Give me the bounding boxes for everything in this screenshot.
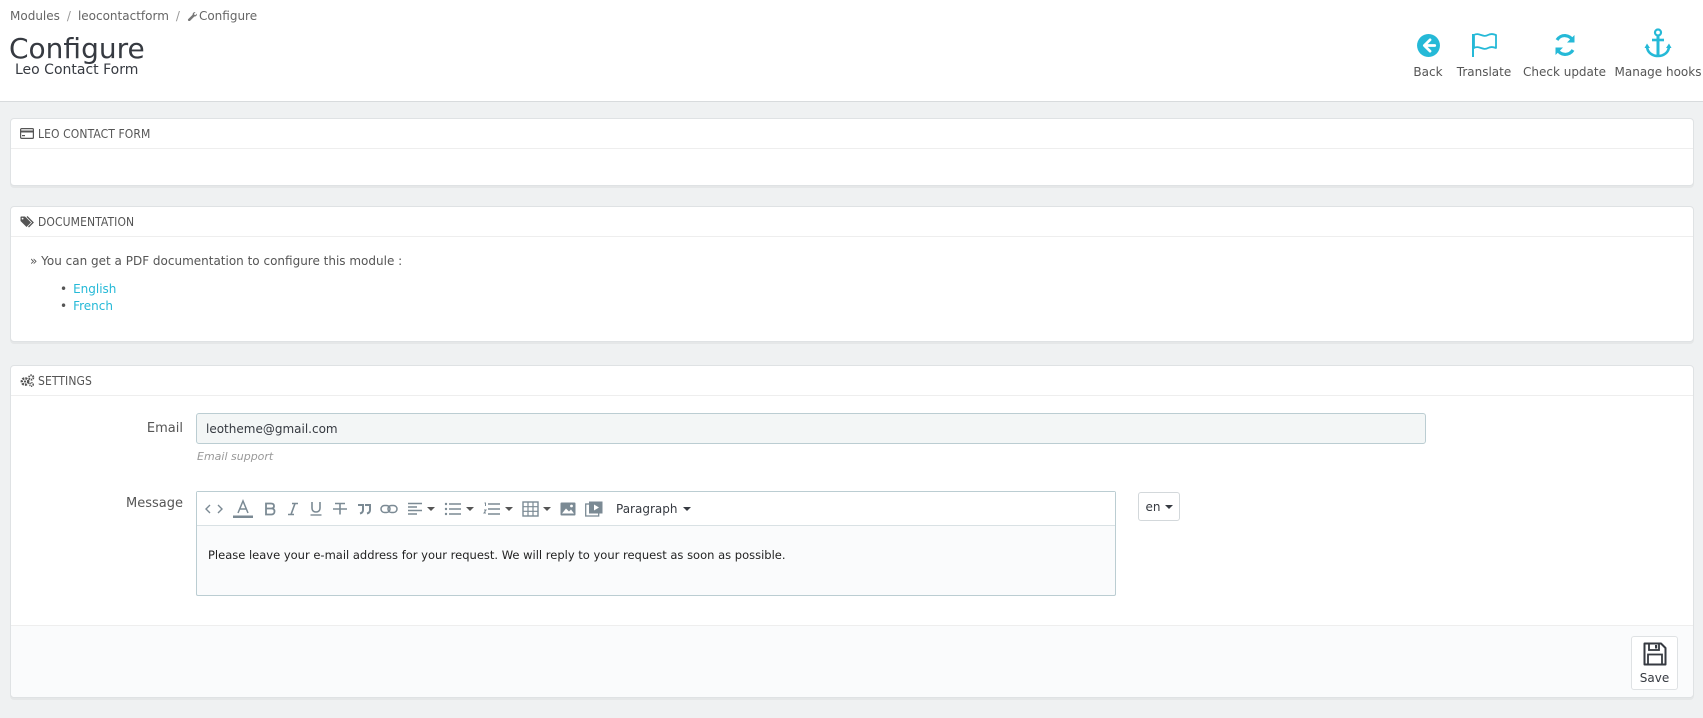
flag-icon [1470,22,1498,58]
save-icon [1643,642,1667,671]
paragraph-format-label: Paragraph [616,501,678,516]
editor-content[interactable]: Please leave your e-mail address for you… [197,526,1115,562]
documentation-text: » You can get a PDF documentation to con… [30,254,403,268]
translate-label: Translate [1456,65,1512,79]
refresh-icon [1552,22,1578,58]
paragraph-format-dropdown[interactable]: Paragraph [616,501,692,516]
language-label: en [1145,499,1161,514]
back-arrow-icon [1416,22,1441,58]
text-color-icon[interactable] [232,497,254,521]
bullet-list-icon[interactable] [444,497,474,521]
breadcrumb: Modules / leocontactform / Configure [10,9,257,23]
settings-panel: SETTINGS Email leotheme@gmail.com Email … [10,365,1694,698]
email-label: Email [146,421,183,436]
save-button[interactable]: Save [1631,636,1678,690]
anchor-icon [1644,22,1672,58]
documentation-links: English French [60,280,116,314]
panel-title: LEO CONTACT FORM [38,126,151,141]
breadcrumb-modules[interactable]: Modules [10,9,60,23]
chevron-down-icon [505,506,513,511]
manage-hooks-label: Manage hooks [1614,65,1702,79]
quote-icon[interactable] [357,497,371,521]
check-update-button[interactable]: Check update [1522,22,1607,79]
image-icon[interactable] [560,497,576,521]
underline-icon[interactable] [309,497,323,521]
code-icon[interactable] [205,497,223,521]
numbered-list-icon[interactable] [483,497,513,521]
panel-heading: DOCUMENTATION [11,207,1693,237]
strikethrough-icon[interactable] [332,497,348,521]
table-icon[interactable] [522,497,551,521]
doc-link-french[interactable]: French [73,299,113,313]
email-field[interactable]: leotheme@gmail.com [196,413,1426,444]
email-help-text: Email support [197,450,274,463]
credit-card-icon [20,127,35,140]
page-header: Modules / leocontactform / Configure Configu… [0,0,1703,102]
panel-title: DOCUMENTATION [38,214,135,229]
leo-contact-form-panel: LEO CONTACT FORM [10,118,1694,186]
page-subtitle: Leo Contact Form [15,62,139,78]
message-editor: Paragraph Please leave your e-mail addre… [196,491,1116,596]
message-label: Message [126,496,183,511]
check-update-label: Check update [1522,65,1606,79]
page-title: Configure [9,32,145,65]
panel-title: SETTINGS [38,373,92,388]
language-dropdown[interactable]: en [1138,492,1180,521]
panel-heading: SETTINGS [11,366,1693,396]
chevron-down-icon [466,506,474,511]
wrench-icon [187,10,197,22]
breadcrumb-configure: Configure [198,9,258,23]
chevron-down-icon [1164,504,1173,509]
manage-hooks-button[interactable]: Manage hooks [1613,22,1703,79]
back-button[interactable]: Back [1400,22,1456,79]
chevron-down-icon [543,506,551,511]
media-icon[interactable] [585,497,603,521]
italic-icon[interactable] [286,497,300,521]
breadcrumb-separator: / [66,9,71,23]
list-item: English [60,280,116,297]
link-icon[interactable] [380,497,398,521]
align-icon[interactable] [407,497,435,521]
documentation-panel: DOCUMENTATION » You can get a PDF docume… [10,206,1694,342]
panel-footer: Save [11,625,1693,697]
bold-icon[interactable] [263,497,277,521]
list-item: French [60,297,116,314]
cogs-icon [20,374,35,387]
chevron-down-icon [427,506,435,511]
save-label: Save [1639,671,1670,685]
doc-link-english[interactable]: English [73,282,116,296]
breadcrumb-leocontactform[interactable]: leocontactform [78,9,169,23]
translate-button[interactable]: Translate [1456,22,1512,79]
panel-heading: LEO CONTACT FORM [11,119,1693,149]
editor-toolbar: Paragraph [197,492,1115,526]
tags-icon [20,215,35,228]
breadcrumb-separator: / [175,9,180,23]
chevron-down-icon [683,506,692,511]
back-label: Back [1413,65,1443,79]
toolbar: Back Translate Check update Manage hooks [1400,22,1703,79]
